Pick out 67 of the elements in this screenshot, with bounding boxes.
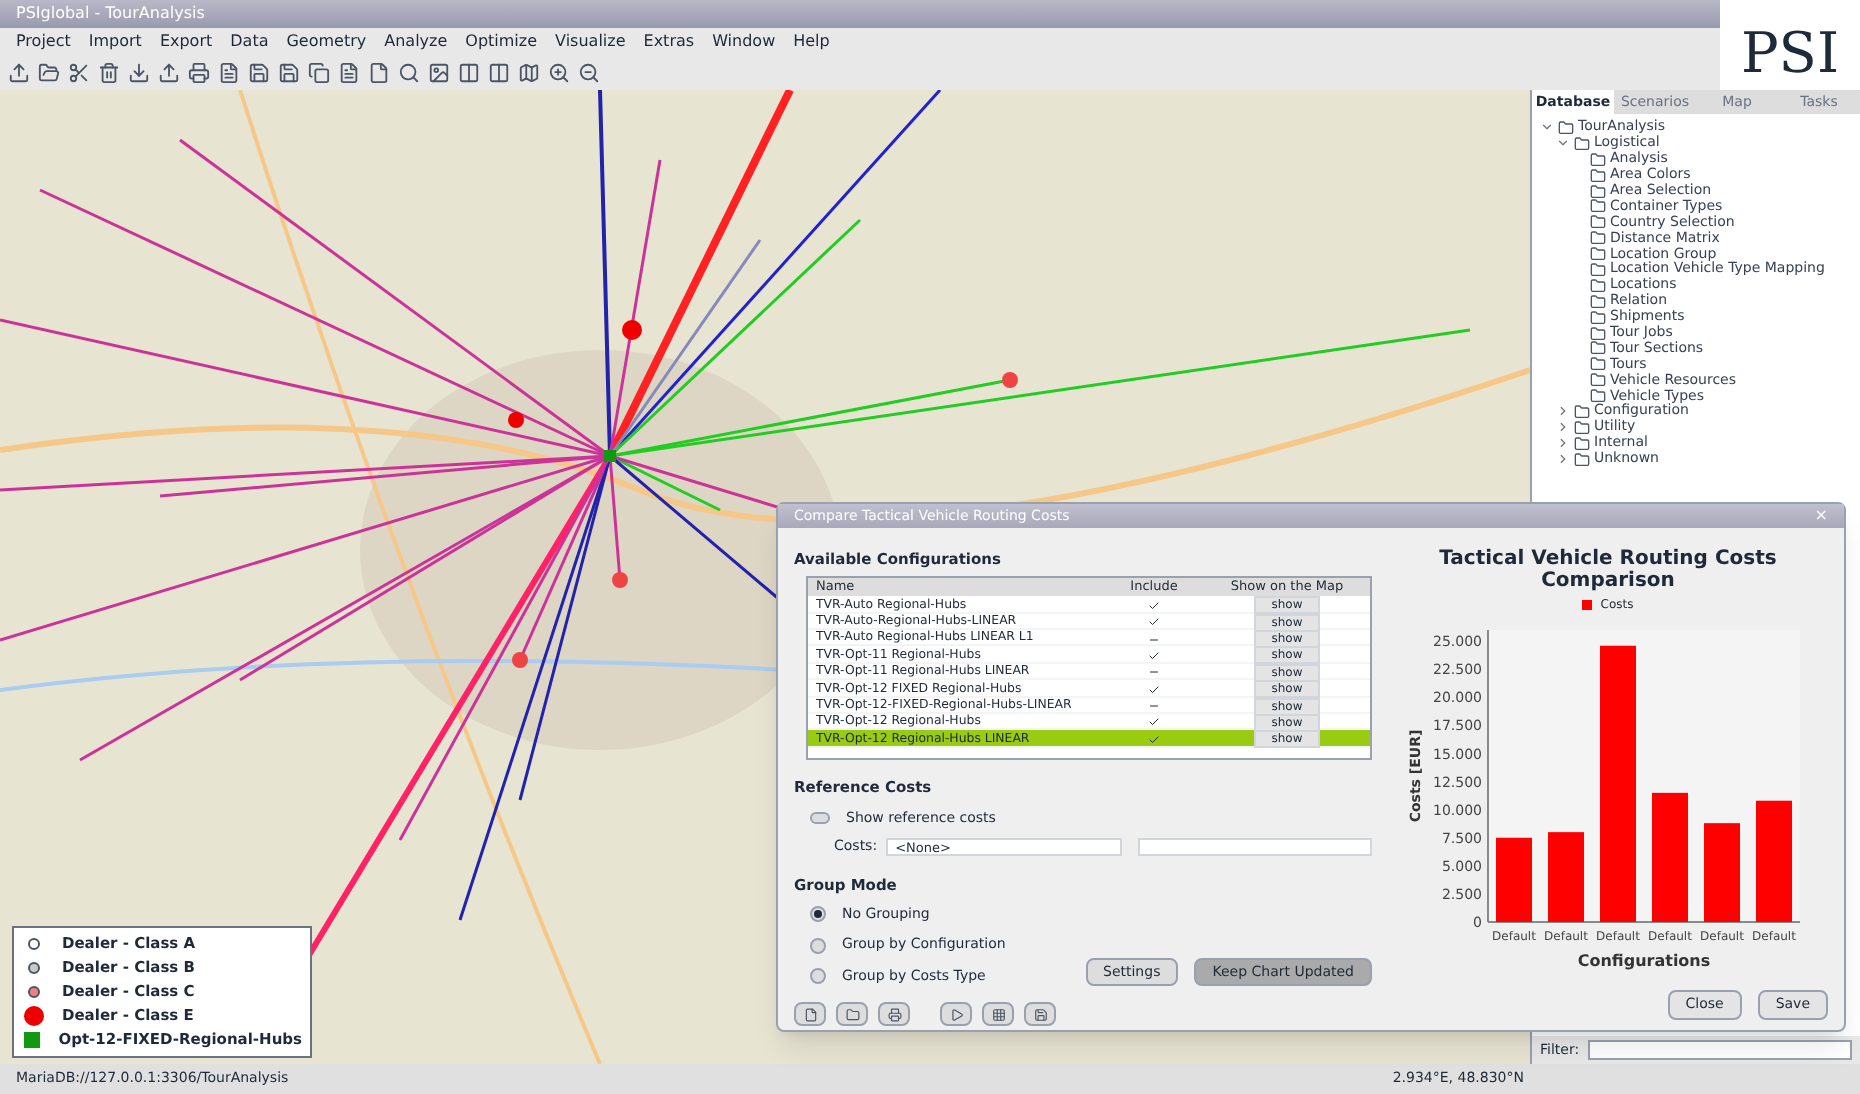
tool-button[interactable] <box>794 1002 826 1027</box>
columns-icon[interactable] <box>458 62 480 84</box>
cost-bar <box>1548 832 1584 922</box>
page-icon[interactable] <box>368 62 390 84</box>
document-icon[interactable] <box>218 62 240 84</box>
menu-item[interactable]: Optimize <box>465 30 538 54</box>
printer-icon[interactable] <box>188 62 210 84</box>
download-icon[interactable] <box>128 62 150 84</box>
menu-item[interactable]: Project <box>16 30 71 54</box>
check-icon[interactable] <box>1148 716 1160 729</box>
collapse-icon[interactable] <box>1540 120 1554 135</box>
cost-bar <box>1496 837 1532 922</box>
check-icon[interactable] <box>1148 649 1160 662</box>
menu-item[interactable]: Data <box>230 30 269 54</box>
menu-item[interactable]: Import <box>88 30 142 54</box>
search-icon[interactable] <box>398 62 420 84</box>
expand-icon[interactable] <box>1556 436 1570 451</box>
menu-item[interactable]: Extras <box>643 30 695 54</box>
tool-button[interactable] <box>836 1002 868 1027</box>
window-title: PSIglobal - TourAnalysis <box>16 2 205 26</box>
collapse-icon[interactable] <box>1556 136 1570 151</box>
scissors-icon[interactable] <box>68 62 90 84</box>
expand-icon[interactable] <box>1556 404 1570 419</box>
grid-icon <box>991 1007 1005 1022</box>
tool-button[interactable] <box>878 1002 910 1027</box>
play-icon <box>949 1007 963 1022</box>
radio-button[interactable] <box>810 968 826 984</box>
check-icon[interactable] <box>1148 599 1160 612</box>
checkbox[interactable] <box>810 811 830 824</box>
expand-icon[interactable] <box>1556 452 1570 467</box>
zoom-out-icon[interactable] <box>578 62 600 84</box>
dash-icon[interactable] <box>1148 666 1160 679</box>
columns-icon[interactable] <box>488 62 510 84</box>
chart-title: Tactical Vehicle Routing Costs Comparison <box>1437 548 1779 592</box>
map-icon[interactable] <box>518 62 540 84</box>
folder-icon[interactable] <box>38 62 60 84</box>
copy-icon[interactable] <box>308 62 330 84</box>
menu-item[interactable]: Analyze <box>384 30 448 54</box>
menu-item[interactable]: Window <box>712 30 776 54</box>
folder-icon <box>845 1007 859 1022</box>
tool-button[interactable] <box>982 1002 1014 1027</box>
check-icon[interactable] <box>1148 616 1160 629</box>
printer-icon <box>887 1007 901 1022</box>
zoom-in-icon[interactable] <box>548 62 570 84</box>
document-icon[interactable] <box>338 62 360 84</box>
cost-bar <box>1652 792 1688 922</box>
upload-icon[interactable] <box>158 62 180 84</box>
tool-button[interactable] <box>940 1002 972 1027</box>
upload-icon[interactable] <box>8 62 30 84</box>
menu-item[interactable]: Visualize <box>555 30 626 54</box>
cost-bar <box>1756 800 1792 922</box>
filter-field[interactable] <box>1587 1040 1852 1060</box>
image-icon[interactable] <box>428 62 450 84</box>
cost-bar <box>1704 823 1740 922</box>
radio-button[interactable] <box>810 906 826 922</box>
menu-item[interactable]: Export <box>159 30 213 54</box>
check-icon[interactable] <box>1148 683 1160 696</box>
menu-item[interactable]: Help <box>793 30 830 54</box>
menu-item[interactable]: Geometry <box>286 30 367 54</box>
radio-button[interactable] <box>810 937 826 953</box>
expand-icon[interactable] <box>1556 420 1570 435</box>
logo-text: PSI <box>1740 26 1840 82</box>
x-axis-title: Configurations <box>1577 952 1711 970</box>
tool-button[interactable] <box>1024 1002 1056 1027</box>
check-icon[interactable] <box>1148 733 1160 746</box>
page-icon <box>803 1007 817 1022</box>
trash-icon[interactable] <box>98 62 120 84</box>
